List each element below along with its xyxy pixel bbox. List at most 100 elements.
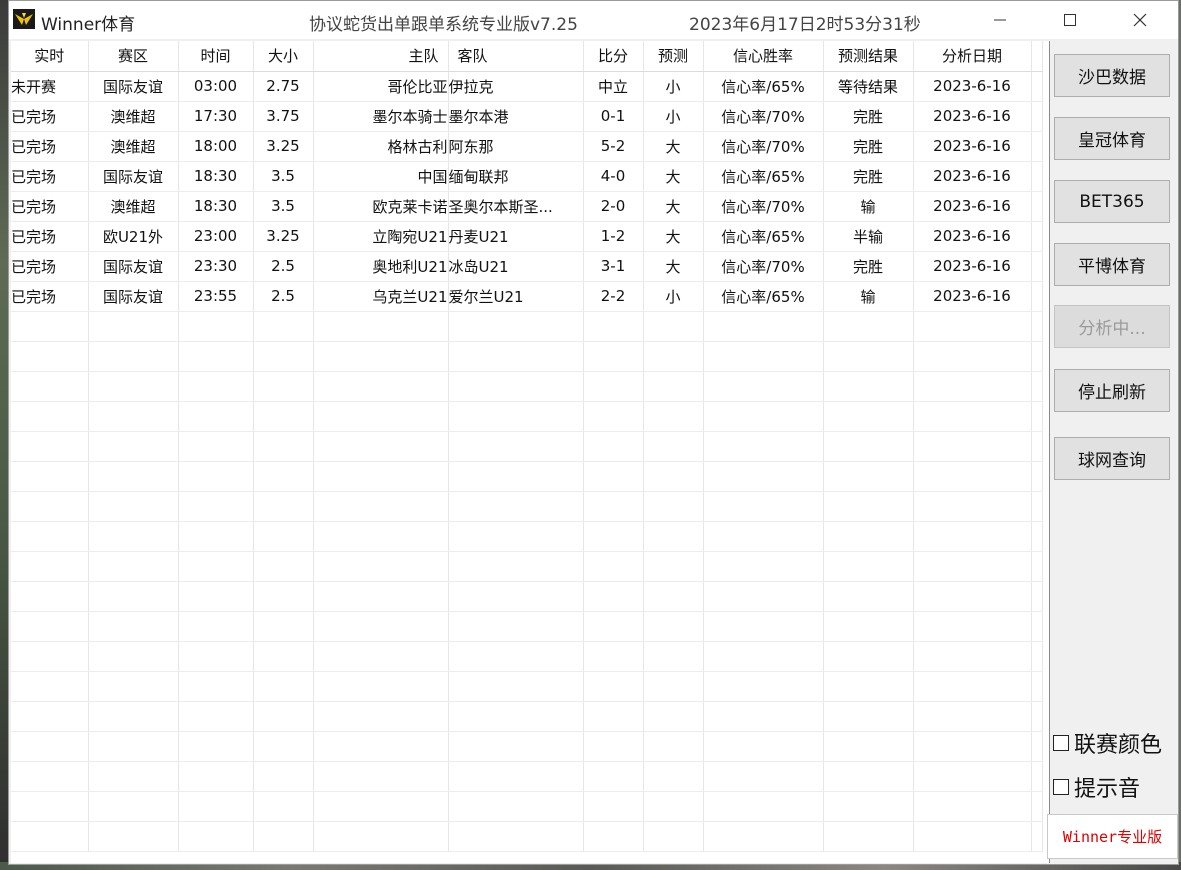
empty-cell (448, 551, 584, 582)
sidebar: 沙巴数据 皇冠体育 BET365 平博体育 分析中... 停止刷新 球网查询 联… (1047, 41, 1178, 863)
pinnacle-button[interactable]: 平博体育 (1054, 243, 1170, 286)
match-grid-panel[interactable]: 实时 赛区 时间 大小 主队 客队 比分 预测 信心胜率 预测结果 分析日期 未… (11, 41, 1050, 863)
empty-row[interactable] (11, 431, 1043, 462)
bet365-button[interactable]: BET365 (1054, 180, 1170, 223)
cell-prediction: 大 (643, 221, 704, 252)
empty-cell (703, 671, 824, 702)
title-bar[interactable]: Winner体育 协议蛇货出单跟单系统专业版v7.25 2023年6月17日2时… (9, 1, 1178, 39)
cell-date: 2023-6-16 (913, 281, 1032, 312)
col-header-time[interactable]: 时间 (178, 41, 254, 72)
cell-filler (1031, 101, 1043, 132)
col-header-away[interactable]: 客队 (448, 41, 584, 72)
empty-cell (583, 431, 644, 462)
empty-cell (583, 791, 644, 822)
table-row[interactable]: 已完场 国际友谊 23:55 2.5 乌克兰U21 爱尔兰U21 2-2 小信心率/65% 输 2… (11, 281, 1043, 312)
checkbox-box[interactable] (1053, 779, 1069, 795)
empty-cell (643, 341, 704, 372)
empty-cell (448, 611, 584, 642)
net-query-button[interactable]: 球网查询 (1054, 437, 1170, 480)
empty-row[interactable] (11, 551, 1043, 582)
cell-time: 17:30 (178, 101, 254, 132)
empty-cell (823, 671, 914, 702)
col-header-home[interactable]: 主队 (313, 41, 449, 72)
col-header-score[interactable]: 比分 (583, 41, 644, 72)
close-button[interactable] (1117, 1, 1163, 39)
cell-home-team: 墨尔本骑士 (313, 101, 449, 132)
table-row[interactable]: 已完场 澳维超 18:00 3.25 格林古利 阿东那 5-2 大信心率/70% 完胜 2023-… (11, 131, 1043, 162)
cell-status: 已完场 (11, 191, 89, 222)
empty-cell (88, 401, 179, 432)
empty-cell (643, 431, 704, 462)
col-header-result[interactable]: 预测结果 (823, 41, 914, 72)
empty-cell (913, 341, 1032, 372)
empty-cell (178, 701, 254, 732)
empty-cell (448, 341, 584, 372)
minimize-button[interactable] (977, 1, 1023, 39)
cell-home-team: 格林古利 (313, 131, 449, 162)
empty-row[interactable] (11, 581, 1043, 612)
maximize-button[interactable] (1047, 1, 1093, 39)
table-row[interactable]: 已完场 澳维超 18:30 3.5 欧克莱卡诺 圣奥尔本斯圣... 2-0 大信心率/70% 输… (11, 191, 1043, 222)
empty-row[interactable] (11, 461, 1043, 492)
empty-cell (313, 641, 449, 672)
minimize-icon (994, 19, 1006, 21)
cell-confidence: 信心率/70% (703, 131, 824, 162)
col-header-prediction[interactable]: 预测 (643, 41, 704, 72)
col-header-total[interactable]: 大小 (253, 41, 314, 72)
empty-row[interactable] (11, 761, 1043, 792)
empty-cell (313, 551, 449, 582)
cell-status: 已完场 (11, 251, 89, 282)
empty-row[interactable] (11, 791, 1043, 822)
col-header-league[interactable]: 赛区 (88, 41, 179, 72)
empty-cell (1031, 701, 1043, 732)
empty-row[interactable] (11, 311, 1043, 342)
table-row[interactable]: 未开赛 国际友谊 03:00 2.75 哥伦比亚 伊拉克 中立小信心率/65% 等待结果 202… (11, 71, 1043, 102)
table-row[interactable]: 已完场 澳维超 17:30 3.75 墨尔本骑士 墨尔本港 0-1 小信心率/70% 完胜 202… (11, 101, 1043, 132)
shaba-data-button[interactable]: 沙巴数据 (1054, 54, 1170, 97)
analyzing-button[interactable]: 分析中... (1054, 305, 1170, 348)
empty-row[interactable] (11, 491, 1043, 522)
empty-cell (583, 761, 644, 792)
empty-row[interactable] (11, 611, 1043, 642)
empty-cell (448, 671, 584, 702)
empty-row[interactable] (11, 371, 1043, 402)
empty-row[interactable] (11, 521, 1043, 552)
stop-refresh-button[interactable]: 停止刷新 (1054, 369, 1170, 412)
empty-cell (823, 761, 914, 792)
empty-cell (253, 311, 314, 342)
crown-sports-button[interactable]: 皇冠体育 (1054, 117, 1170, 160)
empty-row[interactable] (11, 701, 1043, 732)
cell-away-team: 缅甸联邦 (448, 161, 584, 192)
empty-row[interactable] (11, 821, 1043, 852)
table-row[interactable]: 已完场 欧U21外 23:00 3.25 立陶宛U21 丹麦U21 1-2 大信心率/65% 半… (11, 221, 1043, 252)
empty-row[interactable] (11, 641, 1043, 672)
cell-filler (1031, 131, 1043, 162)
match-grid[interactable]: 实时 赛区 时间 大小 主队 客队 比分 预测 信心胜率 预测结果 分析日期 未… (11, 41, 1043, 852)
system-title: 协议蛇货出单跟单系统专业版v7.25 (309, 15, 578, 35)
empty-cell (1031, 671, 1043, 702)
empty-row[interactable] (11, 731, 1043, 762)
empty-row[interactable] (11, 671, 1043, 702)
col-header-status[interactable]: 实时 (11, 41, 89, 72)
empty-cell (448, 491, 584, 522)
checkbox-box[interactable] (1053, 735, 1069, 751)
table-row[interactable]: 已完场 国际友谊 18:30 3.5 中国 缅甸联邦 4-0 大信心率/65% 完胜 2023-6… (11, 161, 1043, 192)
table-row[interactable]: 已完场 国际友谊 23:30 2.5 奥地利U21 冰岛U21 3-1 大信心率/70% 完胜 2… (11, 251, 1043, 282)
cell-date: 2023-6-16 (913, 251, 1032, 282)
cell-status: 已完场 (11, 221, 89, 252)
empty-cell (1031, 491, 1043, 522)
empty-cell (11, 311, 89, 342)
col-header-confidence[interactable]: 信心胜率 (703, 41, 824, 72)
empty-cell (11, 761, 89, 792)
empty-cell (913, 401, 1032, 432)
empty-cell (11, 821, 89, 852)
empty-row[interactable] (11, 341, 1043, 372)
cell-time: 03:00 (178, 71, 254, 102)
empty-row[interactable] (11, 401, 1043, 432)
alert-sound-checkbox[interactable]: 提示音 (1053, 771, 1140, 803)
empty-cell (313, 491, 449, 522)
empty-cell (448, 431, 584, 462)
cell-filler (1031, 281, 1043, 312)
league-color-checkbox[interactable]: 联赛颜色 (1053, 727, 1162, 759)
col-header-date[interactable]: 分析日期 (913, 41, 1032, 72)
